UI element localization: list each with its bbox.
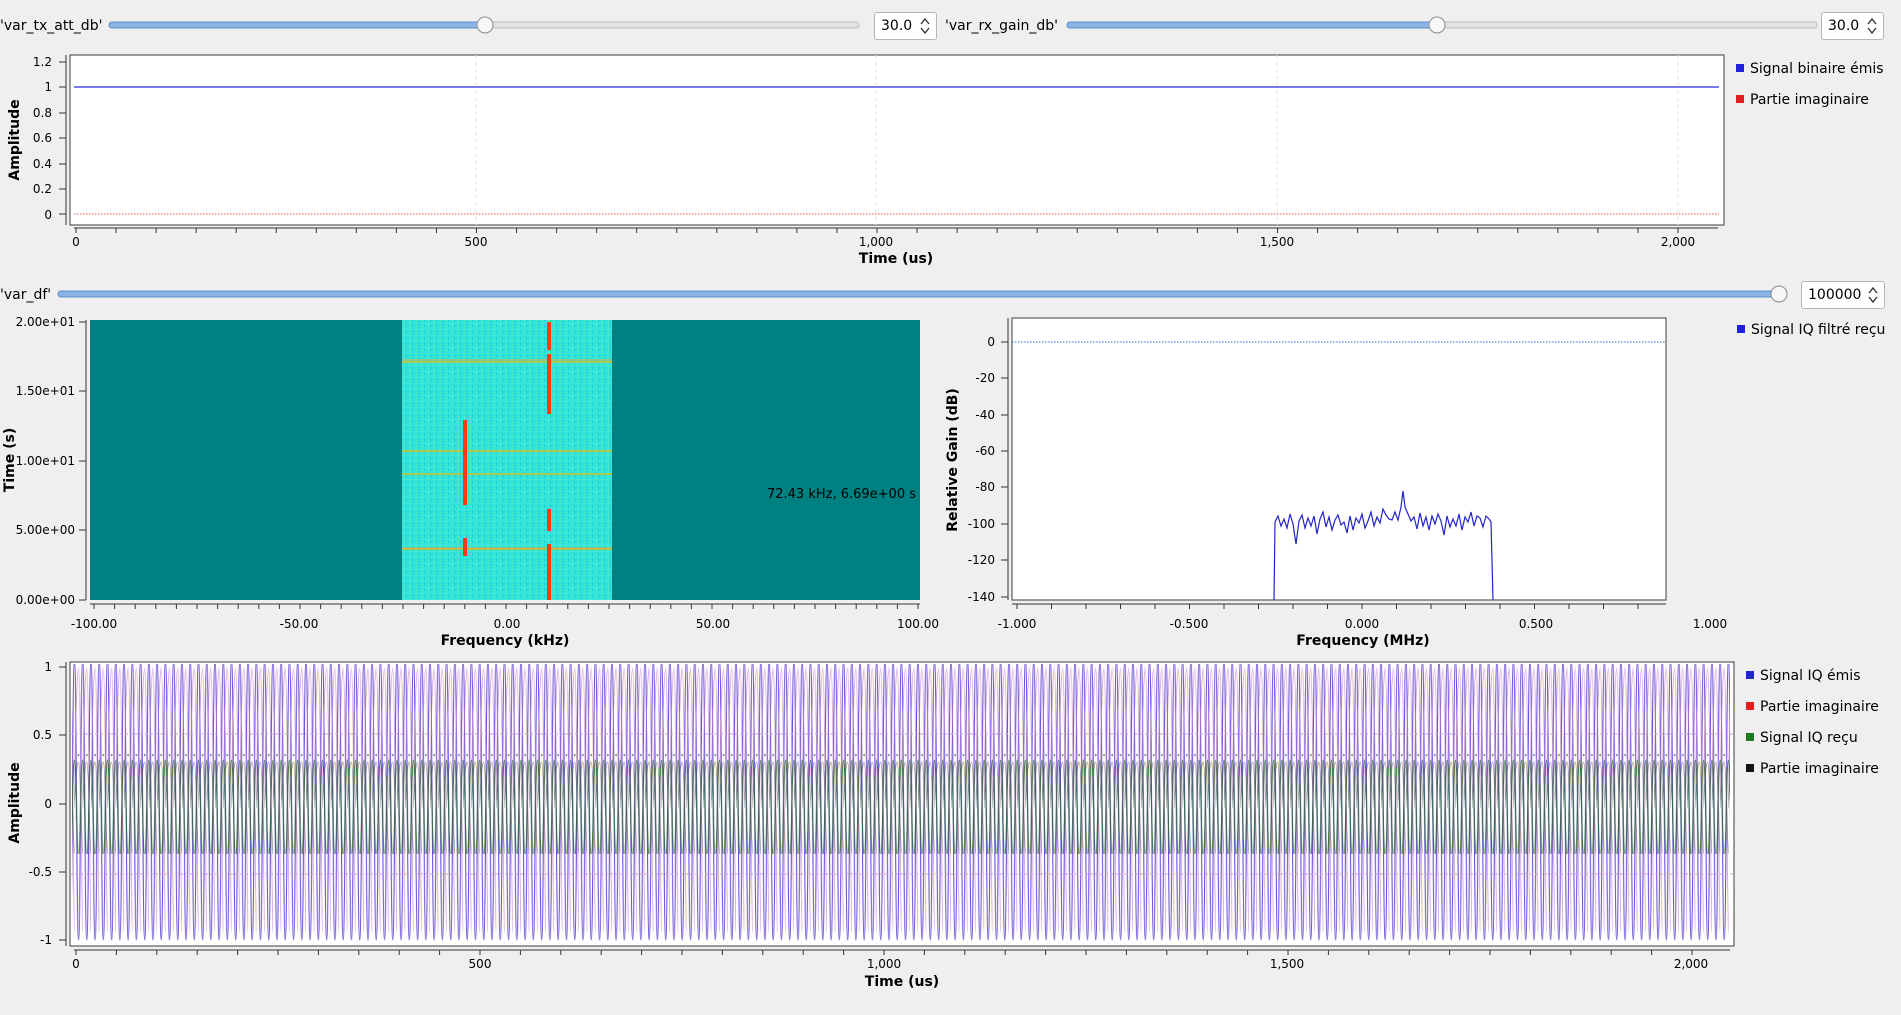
freqplot-xtick: -0.500 [1170, 617, 1209, 631]
rx-gain-spinbox[interactable]: 30.0 [1821, 12, 1884, 40]
plot3-ylabel: Amplitude [7, 762, 23, 843]
plot3-ytick: -1 [40, 933, 52, 947]
binary-signal-plot[interactable]: Amplitude 1.2 1 0.8 0.6 0.4 0.2 0 0 500 … [0, 50, 1901, 272]
freqplot-ytick: -60 [975, 444, 995, 458]
waterfall-ytick: 1.50e+01 [16, 384, 75, 398]
plot3-ytick: 0 [44, 797, 52, 811]
waterfall-ytick: 5.00e+00 [16, 523, 75, 537]
tx-att-ticks [111, 32, 848, 37]
waterfall-xtick: 0.00 [494, 617, 521, 631]
waterfall-plot[interactable]: Time (s) 72.43 kHz, 6.69e+00 s 2.00e+01 … [0, 316, 940, 652]
plot1-ytick: 0.4 [33, 157, 52, 171]
plot3-xlabel: Time (us) [865, 974, 939, 990]
freqplot-ytick: -80 [975, 480, 995, 494]
plot1-ytick: 0.6 [33, 131, 52, 145]
plot1-xtick: 1,500 [1260, 235, 1294, 249]
waterfall-ytick: 2.00e+01 [16, 316, 75, 329]
df-slider[interactable] [56, 283, 1794, 307]
waterfall-xtick: -50.00 [280, 617, 319, 631]
plot3-series-rx [72, 754, 1730, 854]
waterfall-xtick: 50.00 [696, 617, 730, 631]
legend-swatch [1746, 702, 1754, 710]
freqplot-ytick: -100 [968, 517, 995, 531]
plot3-xtick: 1,500 [1270, 957, 1304, 971]
spin-arrows-icon[interactable] [1865, 15, 1879, 37]
waterfall-xtick: 100.00 [897, 617, 939, 631]
plot1-ytick: 0.2 [33, 182, 52, 196]
plot3-xtick: 0 [72, 957, 80, 971]
plot1-xtick: 2,000 [1661, 235, 1695, 249]
legend-item[interactable]: Signal IQ reçu [1760, 730, 1858, 746]
rx-gain-value: 30.0 [1828, 18, 1860, 34]
tx-att-handle[interactable] [476, 16, 494, 34]
waterfall-ytick: 1.00e+01 [16, 454, 75, 468]
legend-item[interactable]: Signal IQ filtré reçu [1751, 322, 1885, 338]
plot3-xtick: 2,000 [1674, 957, 1708, 971]
plot1-ytick: 0 [44, 208, 52, 222]
legend-item[interactable]: Partie imaginaire [1750, 92, 1869, 108]
plot1-ylabel: Amplitude [7, 99, 23, 180]
freqplot-xtick: 0.500 [1519, 617, 1553, 631]
spin-arrows-icon[interactable] [918, 15, 932, 37]
legend-swatch [1737, 325, 1745, 333]
plot3-ytick: 0.5 [33, 728, 52, 742]
tx-att-spinbox[interactable]: 30.0 [874, 12, 937, 40]
freqplot-ytick: -120 [968, 553, 995, 567]
plot1-xtick: 1,000 [859, 235, 893, 249]
plot3-xtick: 500 [469, 957, 492, 971]
legend-swatch [1746, 733, 1754, 741]
plot1-ytick: 1.2 [33, 55, 52, 69]
frequency-plot[interactable]: Relative Gain (dB) 0 -20 -40 -60 -80 -10… [940, 316, 1901, 652]
freqplot-xtick: -1.000 [998, 617, 1037, 631]
freqplot-ylabel: Relative Gain (dB) [945, 388, 961, 532]
plot1-xtick: 500 [465, 235, 488, 249]
plot1-ytick: 1 [44, 80, 52, 94]
tx-att-slider[interactable] [105, 14, 865, 40]
iq-signal-plot[interactable]: Amplitude 1 0.5 0 -0.5 -1 0 500 1,000 1,… [0, 658, 1901, 998]
waterfall-xlabel: Frequency (kHz) [441, 633, 570, 649]
freqplot-xtick: 0.000 [1345, 617, 1379, 631]
legend-item[interactable]: Signal binaire émis [1750, 61, 1884, 77]
legend-swatch [1736, 64, 1744, 72]
df-value: 100000 [1808, 287, 1862, 303]
freqplot-ytick: 0 [987, 335, 995, 349]
legend-item[interactable]: Partie imaginaire [1760, 699, 1879, 715]
plot1-xlabel: Time (us) [859, 251, 933, 267]
legend-swatch [1736, 95, 1744, 103]
df-spinbox[interactable]: 100000 [1801, 281, 1885, 309]
tx-att-value: 30.0 [881, 18, 913, 34]
freqplot-ytick: -140 [968, 590, 995, 604]
plot1-ytick: 0.8 [33, 106, 52, 120]
legend-swatch [1746, 764, 1754, 772]
freqplot-xlabel: Frequency (MHz) [1296, 633, 1429, 649]
plot3-xtick: 1,000 [867, 957, 901, 971]
plot1-xtick: 0 [72, 235, 80, 249]
rx-gain-label: 'var_rx_gain_db' [945, 18, 1058, 34]
plot3-ytick: -0.5 [29, 865, 52, 879]
plot3-ytick: 1 [44, 660, 52, 674]
df-handle[interactable] [1770, 285, 1788, 303]
legend-swatch [1746, 671, 1754, 679]
plot1-canvas[interactable] [69, 54, 1725, 226]
waterfall-readout: 72.43 kHz, 6.69e+00 s [767, 487, 916, 502]
waterfall-ytick: 0.00e+00 [16, 593, 75, 607]
freqplot-ytick: -40 [975, 408, 995, 422]
rx-gain-slider[interactable] [1063, 14, 1823, 40]
freqplot-canvas[interactable] [1011, 317, 1667, 601]
spin-arrows-icon[interactable] [1866, 284, 1880, 306]
freqplot-ytick: -20 [975, 371, 995, 385]
df-label: 'var_df' [0, 287, 52, 303]
legend-item[interactable]: Signal IQ émis [1760, 668, 1861, 684]
tx-att-label: 'var_tx_att_db' [0, 18, 103, 34]
legend-item[interactable]: Partie imaginaire [1760, 761, 1879, 777]
rx-gain-handle[interactable] [1428, 16, 1446, 34]
freqplot-xtick: 1.000 [1693, 617, 1727, 631]
waterfall-xtick: -100.00 [71, 617, 117, 631]
